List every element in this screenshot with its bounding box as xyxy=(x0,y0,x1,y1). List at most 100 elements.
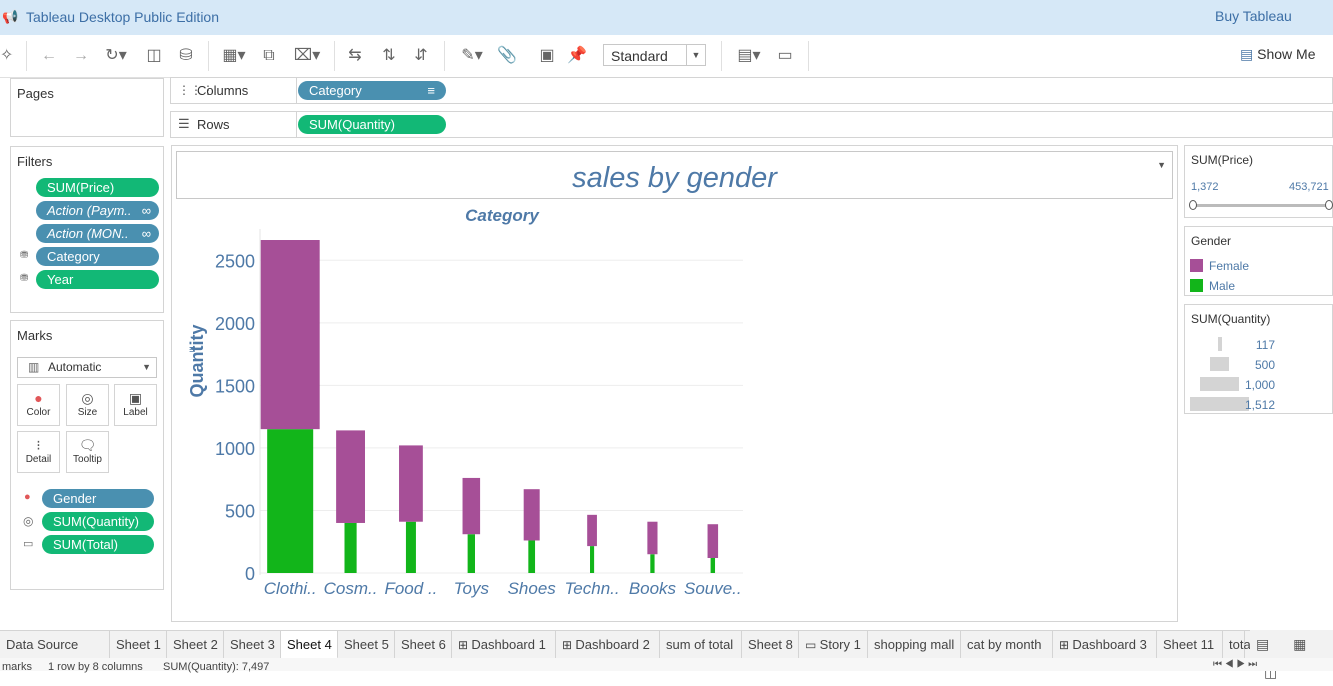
shelf-divider xyxy=(296,78,297,103)
new-dashboard-icon[interactable]: ▦ xyxy=(1293,636,1306,652)
tab-label: Sheet 1 xyxy=(116,637,161,652)
save-icon[interactable]: ◫ xyxy=(143,45,165,67)
tab-sheet-8[interactable]: Sheet 8 xyxy=(742,631,799,659)
filter-pill-action-payment[interactable]: Action (Paym.. ∞ xyxy=(36,201,159,220)
price-range-slider[interactable] xyxy=(1193,204,1333,207)
color-button[interactable]: ● Color xyxy=(17,384,60,426)
redo-icon[interactable]: → xyxy=(70,45,92,67)
presentation-mode-icon[interactable]: ▭ xyxy=(774,45,796,67)
show-mark-labels-icon[interactable]: ▣ xyxy=(536,45,558,67)
gender-legend[interactable]: Gender Female Male xyxy=(1184,226,1333,296)
bar-chart[interactable]: Category 0 500 1000 1500 2000 2500 Quantity≡ Clo… xyxy=(172,201,1177,621)
tab-sheet-2[interactable]: Sheet 2 xyxy=(167,631,224,659)
status-marks: marks xyxy=(2,661,32,673)
filter-pill-action-month[interactable]: Action (MON.. ∞ xyxy=(36,224,159,243)
rows-pill-sum-quantity[interactable]: SUM(Quantity) xyxy=(298,115,446,134)
y-tick-label: 1500 xyxy=(215,376,255,396)
label-button-label: Label xyxy=(123,407,148,418)
sheet-title-box[interactable]: sales by gender ▼ xyxy=(176,151,1173,199)
tab-story-1[interactable]: ▭ Story 1 xyxy=(799,631,868,659)
clear-sheet-icon[interactable]: ⌧▾ xyxy=(290,45,324,67)
tab-sheet-3[interactable]: Sheet 3 xyxy=(224,631,281,659)
chevron-down-icon[interactable]: ▼ xyxy=(1157,160,1166,170)
marks-pill-sum-quantity[interactable]: SUM(Quantity) xyxy=(42,512,154,531)
tab-sheet-1[interactable]: Sheet 1 xyxy=(110,631,167,659)
rows-shelf[interactable]: ☰ Rows SUM(Quantity) xyxy=(170,111,1333,138)
link-icon: ∞ xyxy=(141,203,151,218)
filter-pill-sum-price[interactable]: SUM(Price) xyxy=(36,178,159,197)
marks-pill-sum-total[interactable]: SUM(Total) xyxy=(42,535,154,554)
tab-cat-by-month[interactable]: cat by month xyxy=(961,631,1053,659)
mark-type-dropdown[interactable]: ▥ Automatic ▼ xyxy=(17,357,157,378)
tab-label: Sheet 3 xyxy=(230,637,275,652)
duplicate-icon[interactable]: ⧉ xyxy=(258,45,280,67)
bar-segment-female xyxy=(523,489,540,541)
tab-shopping-mall[interactable]: shopping mall xyxy=(868,631,961,659)
swap-rows-columns-icon[interactable]: ⇆ xyxy=(344,45,366,67)
tooltip-icon: 🗨 xyxy=(78,437,97,453)
tab-sheet-5[interactable]: Sheet 5 xyxy=(338,631,395,659)
tab-sheet-11[interactable]: Sheet 11 xyxy=(1157,631,1223,659)
filters-card[interactable]: Filters SUM(Price) Action (Paym.. ∞ Actio… xyxy=(10,146,164,313)
label-button[interactable]: ▣ Label xyxy=(114,384,157,426)
tooltip-button[interactable]: 🗨 Tooltip xyxy=(66,431,109,473)
pages-card[interactable]: Pages xyxy=(10,78,164,137)
size-button[interactable]: ◎ Size xyxy=(66,384,109,426)
fix-axes-icon[interactable]: 📌 xyxy=(566,45,588,67)
marks-card[interactable]: Marks ▥ Automatic ▼ ● Color ◎ Size ▣ Label … xyxy=(10,320,164,590)
dashboard-icon: ⊞ xyxy=(458,638,472,652)
chevron-down-icon: ▼ xyxy=(686,45,705,65)
worksheet-view[interactable]: sales by gender ▼ Category 0 500 1000 1500 20… xyxy=(171,145,1178,622)
tab-scroll-controls[interactable]: ▤ ▦ ◫ xyxy=(1250,630,1333,680)
status-nav-icons[interactable]: ⏮ ◀ ▶ ⏭ xyxy=(1213,659,1257,670)
tab-sheet-4[interactable]: Sheet 4 xyxy=(281,631,338,659)
marks-title: Marks xyxy=(17,328,53,343)
tab-label: shopping mall xyxy=(874,637,955,652)
toolbar-divider xyxy=(444,41,445,71)
group-members-icon[interactable]: 📎 xyxy=(496,45,518,67)
bar-segment-female xyxy=(260,240,320,430)
detail-button[interactable]: ⁝ Detail xyxy=(17,431,60,473)
tab-dashboard-2[interactable]: ⊞ Dashboard 2 xyxy=(556,631,660,659)
tab-tota[interactable]: tota xyxy=(1223,631,1251,659)
new-worksheet-icon[interactable]: ▦▾ xyxy=(218,45,250,67)
new-data-source-icon[interactable]: ⛁ xyxy=(175,45,197,67)
legend-label-male[interactable]: Male xyxy=(1209,279,1235,293)
tab-data-source[interactable]: Data Source xyxy=(0,631,110,659)
tableau-megaphone-icon: 📢 xyxy=(2,9,19,24)
undo-icon[interactable]: ← xyxy=(38,45,60,67)
slider-handle-min[interactable] xyxy=(1189,200,1197,210)
y-tick-label: 1000 xyxy=(215,439,255,459)
replay-icon[interactable]: ↻▾ xyxy=(100,45,132,67)
slider-handle-max[interactable] xyxy=(1325,200,1333,210)
marks-pill-gender[interactable]: Gender xyxy=(42,489,154,508)
legend-label-female[interactable]: Female xyxy=(1209,259,1249,273)
fit-dropdown[interactable]: Standard ▼ xyxy=(603,44,706,66)
filter-pill-year[interactable]: Year xyxy=(36,270,159,289)
sort-descending-icon[interactable]: ⇵ xyxy=(410,45,432,67)
show-cards-icon[interactable]: ▤▾ xyxy=(732,45,766,67)
highlight-icon[interactable]: ✎▾ xyxy=(456,45,488,67)
tab-sheet-6[interactable]: Sheet 6 xyxy=(395,631,452,659)
tab-dashboard-1[interactable]: ⊞ Dashboard 1 xyxy=(452,631,556,659)
new-worksheet-icon[interactable]: ▤ xyxy=(1256,636,1269,652)
price-legend[interactable]: SUM(Price) 1,372 453,721 xyxy=(1184,145,1333,218)
status-rows-cols: 1 row by 8 columns xyxy=(48,661,143,673)
buy-tableau-link[interactable]: Buy Tableau xyxy=(1215,8,1292,24)
tab-label: Dashboard 3 xyxy=(1072,637,1147,652)
legend-swatch-female[interactable] xyxy=(1190,259,1203,272)
database-icon: ⛃ xyxy=(20,273,29,284)
rows-label: Rows xyxy=(197,117,230,132)
quantity-size-legend[interactable]: SUM(Quantity) 117 500 1,000 1,512 xyxy=(1184,304,1333,414)
legend-swatch-male[interactable] xyxy=(1190,279,1203,292)
tab-label: Sheet 5 xyxy=(344,637,389,652)
sort-ascending-icon[interactable]: ⇅ xyxy=(378,45,400,67)
show-me-button[interactable]: ▤ Show Me xyxy=(1240,46,1315,63)
columns-shelf[interactable]: ⋮⋮⋮ Columns Category ≡ xyxy=(170,77,1333,104)
tab-sum-of-total[interactable]: sum of total xyxy=(660,631,742,659)
tableau-logo-icon[interactable]: ✧ xyxy=(0,45,13,67)
filter-pill-category[interactable]: Category xyxy=(36,247,159,266)
tab-dashboard-3[interactable]: ⊞ Dashboard 3 xyxy=(1053,631,1157,659)
columns-pill-category[interactable]: Category ≡ xyxy=(298,81,446,100)
x-tick-label: Books xyxy=(629,579,677,598)
